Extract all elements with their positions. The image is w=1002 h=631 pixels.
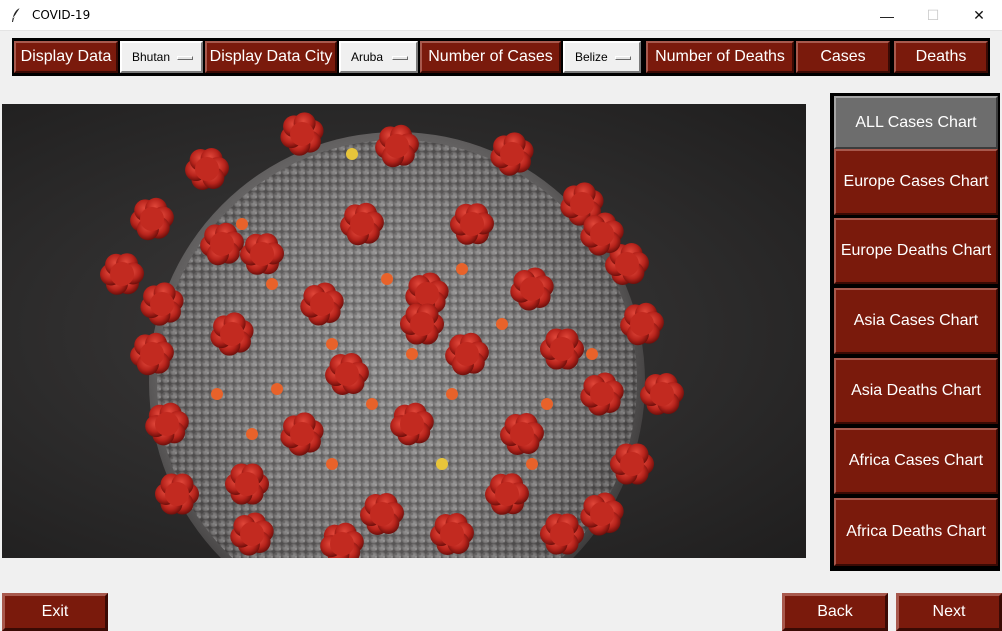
title-bar: COVID-19 — ☐ ✕ [0, 0, 1002, 31]
display-data-city-button[interactable]: Display Data City [205, 41, 337, 73]
country-dropdown-value: Bhutan [132, 50, 171, 64]
orange-protein-dot [366, 398, 378, 410]
orange-protein-dot [456, 263, 468, 275]
cases-country-dropdown-value: Belize [575, 50, 608, 64]
orange-protein-dot [246, 428, 258, 440]
spike-protein [100, 253, 144, 295]
cases-button[interactable]: Cases [796, 41, 890, 73]
orange-protein-dot [271, 383, 283, 395]
orange-protein-dot [406, 348, 418, 360]
orange-protein-dot [526, 458, 538, 470]
close-button[interactable]: ✕ [956, 0, 1002, 31]
deaths-button[interactable]: Deaths [894, 41, 988, 73]
orange-protein-dot [211, 388, 223, 400]
dropdown-indicator-icon [615, 56, 631, 60]
cases-country-dropdown[interactable]: Belize [563, 41, 641, 73]
orange-protein-dot [496, 318, 508, 330]
back-button[interactable]: Back [782, 593, 888, 631]
spike-protein [640, 372, 684, 416]
spike-protein [185, 147, 229, 191]
europe-deaths-chart-button[interactable]: Europe Deaths Chart [834, 218, 998, 284]
toolbar: Display Data Bhutan Display Data City Ar… [12, 38, 990, 76]
orange-protein-dot [326, 338, 338, 350]
dropdown-indicator-icon [177, 56, 193, 60]
africa-deaths-chart-button[interactable]: Africa Deaths Chart [834, 498, 998, 566]
maximize-button[interactable]: ☐ [910, 0, 956, 31]
orange-protein-dot [266, 278, 278, 290]
close-icon: ✕ [973, 7, 985, 23]
orange-protein-dot [236, 218, 248, 230]
country-dropdown[interactable]: Bhutan [120, 41, 203, 73]
minimize-button[interactable]: — [864, 0, 910, 31]
city-dropdown-value: Aruba [351, 50, 384, 64]
africa-cases-chart-button[interactable]: Africa Cases Chart [834, 428, 998, 494]
spike-protein [280, 112, 324, 156]
orange-protein-dot [446, 388, 458, 400]
asia-cases-chart-button[interactable]: Asia Cases Chart [834, 288, 998, 354]
display-data-button[interactable]: Display Data [14, 41, 118, 73]
orange-protein-dot [586, 348, 598, 360]
orange-protein-dot [346, 148, 358, 160]
number-of-cases-button[interactable]: Number of Cases [420, 41, 561, 73]
window-title: COVID-19 [32, 8, 91, 22]
orange-protein-dot [326, 458, 338, 470]
feather-icon [12, 7, 21, 22]
orange-protein-dot [381, 273, 393, 285]
orange-protein-dot [436, 458, 448, 470]
orange-protein-dot [541, 398, 553, 410]
dropdown-indicator-icon [392, 56, 408, 60]
coronavirus-illustration [100, 112, 684, 558]
chart-sidebar: ALL Cases Chart Europe Cases Chart Europ… [830, 93, 1000, 571]
coronavirus-image [2, 104, 806, 558]
minimize-icon: — [880, 7, 894, 24]
all-cases-chart-button[interactable]: ALL Cases Chart [834, 96, 998, 149]
city-dropdown[interactable]: Aruba [339, 41, 418, 73]
asia-deaths-chart-button[interactable]: Asia Deaths Chart [834, 358, 998, 424]
spike-protein [130, 197, 174, 241]
next-button[interactable]: Next [896, 593, 1002, 631]
maximize-icon: ☐ [926, 7, 940, 23]
europe-cases-chart-button[interactable]: Europe Cases Chart [834, 149, 998, 215]
exit-button[interactable]: Exit [2, 593, 108, 631]
number-of-deaths-button[interactable]: Number of Deaths [646, 41, 794, 73]
